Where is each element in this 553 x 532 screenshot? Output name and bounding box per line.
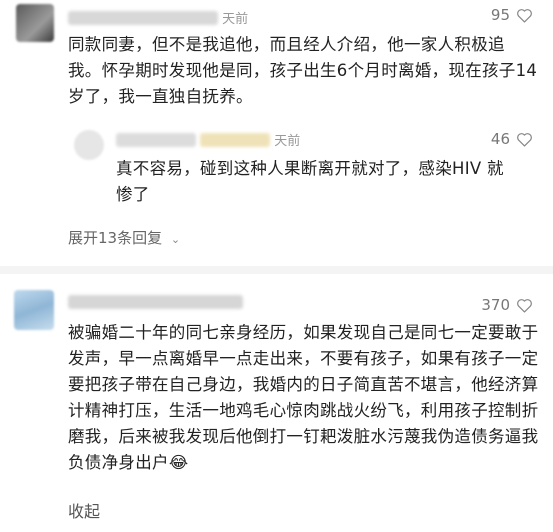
- avatar[interactable]: [16, 4, 54, 42]
- heart-icon: [517, 132, 532, 147]
- reply-text: 真不容易，碰到这种人果断离开就对了，感染HIV 就惨了: [116, 159, 504, 204]
- expand-replies-link[interactable]: 展开13条回复 ⌄: [68, 227, 180, 248]
- reply-meta: 天前: [116, 130, 300, 149]
- reply-like-count: 46: [490, 130, 510, 148]
- username-blurred[interactable]: [68, 294, 243, 309]
- like-count: 95: [490, 6, 510, 24]
- comment-time: 天前: [222, 12, 249, 27]
- heart-icon: [517, 8, 532, 23]
- heart-icon: [517, 298, 532, 313]
- comment-meta: 天前: [68, 8, 248, 27]
- reply-username-blurred[interactable]: [116, 132, 196, 147]
- username-blurred[interactable]: [68, 10, 218, 25]
- comment-meta: [68, 294, 243, 309]
- collapse-link[interactable]: 收起: [68, 498, 100, 522]
- comment-text: 被骗婚二十年的同七亲身经历，如果发现自己是同七一定要敢于发声，早一点离婚早一点走…: [68, 320, 543, 476]
- comment-body: 被骗婚二十年的同七亲身经历，如果发现自己是同七一定要敢于发声，早一点离婚早一点走…: [68, 323, 539, 472]
- avatar[interactable]: [14, 290, 54, 330]
- laugh-emoji-icon: 😂: [168, 453, 189, 472]
- comment-text: 同款同妻，但不是我追他，而且经人介绍，他一家人积极追我。怀孕期时发现他是同，孩子…: [68, 35, 538, 106]
- reply-time: 天前: [274, 134, 301, 149]
- reply-badge-blurred: [200, 132, 271, 147]
- expand-replies-label: 展开13条回复: [68, 229, 163, 247]
- chevron-down-icon: ⌄: [170, 233, 181, 246]
- divider: [0, 266, 553, 274]
- like-button[interactable]: 95: [491, 6, 533, 24]
- reply-like-button[interactable]: 46: [491, 130, 533, 148]
- like-count: 370: [481, 296, 510, 314]
- like-button[interactable]: 370: [481, 296, 533, 314]
- reply-avatar[interactable]: [74, 130, 104, 160]
